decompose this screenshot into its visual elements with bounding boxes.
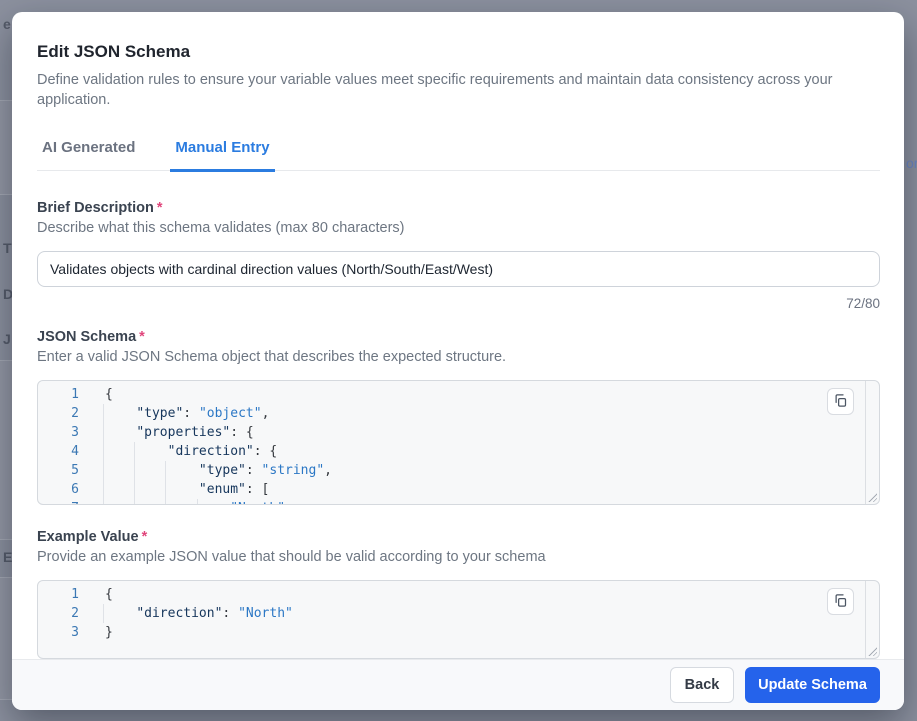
tab-manual-entry[interactable]: Manual Entry — [170, 138, 274, 172]
brief-description-input[interactable] — [37, 251, 880, 287]
example-value-code-editor[interactable]: 1{2 "direction": "North"3} — [37, 580, 880, 659]
line-number: 6 — [38, 480, 79, 499]
label-text: Brief Description — [37, 200, 154, 216]
code-text: "direction": "North" — [79, 604, 879, 623]
back-button[interactable]: Back — [670, 667, 734, 703]
code-line: 6 "enum": [ — [38, 480, 879, 499]
copy-button[interactable] — [827, 588, 854, 615]
copy-icon — [833, 393, 848, 411]
code-line: 2 "direction": "North" — [38, 604, 879, 623]
line-number: 1 — [38, 585, 79, 604]
json-schema-label: JSON Schema* — [37, 327, 880, 347]
code-line: 1{ — [38, 585, 879, 604]
indent-guide — [165, 499, 166, 505]
indent-guide — [103, 442, 104, 461]
example-value-label: Example Value* — [37, 527, 880, 547]
code-line: 3} — [38, 623, 879, 642]
code-lines: 1{2 "type": "object",3 "properties": {4 … — [38, 381, 879, 505]
code-text: "direction": { — [79, 442, 879, 461]
required-asterisk: * — [142, 529, 148, 545]
update-schema-button[interactable]: Update Schema — [745, 667, 880, 703]
line-number: 2 — [38, 404, 79, 423]
indent-guide — [103, 499, 104, 505]
indent-guide — [197, 499, 198, 505]
character-counter: 72/80 — [37, 295, 880, 313]
code-text: "type": "object", — [79, 404, 879, 423]
json-schema-helper: Enter a valid JSON Schema object that de… — [37, 347, 880, 367]
indent-guide — [103, 604, 104, 623]
line-number: 1 — [38, 385, 79, 404]
code-lines: 1{2 "direction": "North"3} — [38, 581, 879, 642]
code-text: { — [79, 585, 879, 604]
code-line: 7 "North", — [38, 499, 879, 505]
line-number: 4 — [38, 442, 79, 461]
scrollbar-gutter — [865, 381, 866, 504]
json-schema-field: JSON Schema* Enter a valid JSON Schema o… — [37, 327, 880, 505]
resize-handle[interactable] — [867, 646, 877, 656]
brief-description-field: Brief Description* Describe what this sc… — [37, 198, 880, 313]
json-schema-code-editor[interactable]: 1{2 "type": "object",3 "properties": {4 … — [37, 380, 880, 505]
indent-guide — [134, 499, 135, 505]
code-text: } — [79, 623, 879, 642]
dialog-subtitle: Define validation rules to ensure your v… — [37, 70, 880, 110]
copy-button[interactable] — [827, 388, 854, 415]
indent-guide — [165, 461, 166, 480]
indent-guide — [134, 480, 135, 499]
dialog-body: Edit JSON Schema Define validation rules… — [12, 12, 904, 659]
background-text-fragment: E — [3, 549, 12, 565]
copy-icon — [833, 593, 848, 611]
required-asterisk: * — [157, 200, 163, 216]
code-line: 5 "type": "string", — [38, 461, 879, 480]
brief-description-label: Brief Description* — [37, 198, 880, 218]
code-text: "enum": [ — [79, 480, 879, 499]
line-number: 5 — [38, 461, 79, 480]
tab-bar: AI Generated Manual Entry — [37, 138, 880, 171]
indent-guide — [103, 423, 104, 442]
indent-guide — [165, 480, 166, 499]
required-asterisk: * — [139, 329, 145, 345]
indent-guide — [103, 461, 104, 480]
example-value-helper: Provide an example JSON value that shoul… — [37, 547, 880, 567]
edit-json-schema-dialog: Edit JSON Schema Define validation rules… — [12, 12, 904, 710]
background-text-fragment: J — [3, 331, 11, 347]
indent-guide — [134, 442, 135, 461]
line-number: 2 — [38, 604, 79, 623]
label-text: Example Value — [37, 529, 139, 545]
code-text: { — [79, 385, 879, 404]
code-line: 3 "properties": { — [38, 423, 879, 442]
scrollbar-gutter — [865, 581, 866, 658]
background-text-fragment: T — [3, 240, 12, 256]
indent-guide — [103, 480, 104, 499]
line-number: 3 — [38, 623, 79, 642]
line-number: 3 — [38, 423, 79, 442]
line-number: 7 — [38, 499, 79, 505]
indent-guide — [103, 404, 104, 423]
background-text-fragment: e — [3, 16, 11, 32]
label-text: JSON Schema — [37, 329, 136, 345]
example-value-field: Example Value* Provide an example JSON v… — [37, 527, 880, 659]
code-line: 2 "type": "object", — [38, 404, 879, 423]
background-link-fragment: or — [906, 155, 917, 171]
code-text: "properties": { — [79, 423, 879, 442]
tab-ai-generated[interactable]: AI Generated — [37, 138, 140, 170]
code-text: "North", — [79, 499, 879, 505]
dialog-title: Edit JSON Schema — [37, 40, 880, 64]
code-line: 1{ — [38, 385, 879, 404]
code-line: 4 "direction": { — [38, 442, 879, 461]
indent-guide — [134, 461, 135, 480]
dialog-footer: Back Update Schema — [12, 659, 904, 710]
code-text: "type": "string", — [79, 461, 879, 480]
brief-description-helper: Describe what this schema validates (max… — [37, 218, 880, 238]
